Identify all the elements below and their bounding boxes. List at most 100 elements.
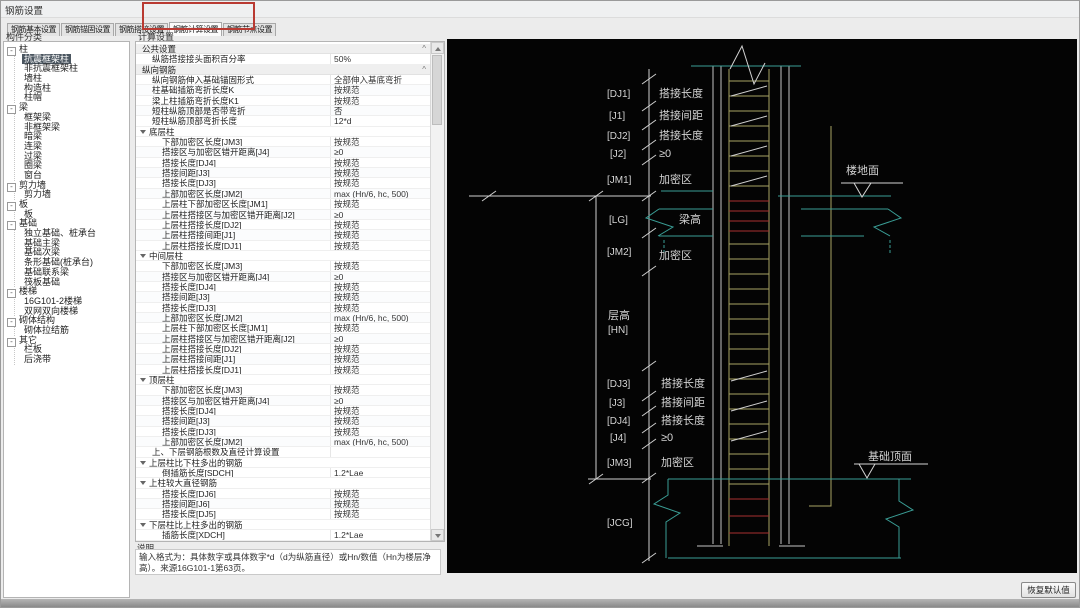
setting-value[interactable]: 否 — [330, 106, 431, 115]
setting-row[interactable]: 上层柱搭接间距[J1]按规范 — [136, 230, 431, 240]
setting-row[interactable]: 上层柱搭接区与加密区错开距离[J2]≥0 — [136, 334, 431, 344]
tree-item-剪力墙[interactable]: 剪力墙 — [22, 190, 129, 200]
setting-group[interactable]: 下层柱比上柱多出的钢筋 — [136, 520, 431, 530]
restore-defaults-button[interactable]: 恢复默认值 — [1021, 582, 1076, 598]
setting-row[interactable]: 上层柱下部加密区长度[JM1]按规范 — [136, 199, 431, 209]
setting-value[interactable]: ≥0 — [330, 272, 431, 281]
setting-row[interactable]: 下部加密区长度[JM3]按规范 — [136, 137, 431, 147]
setting-row[interactable]: 插筋长度[XDCH]1.2*Lae — [136, 530, 431, 540]
tree-item-筏板基础[interactable]: 筏板基础 — [22, 278, 129, 288]
setting-value[interactable]: 按规范 — [330, 230, 431, 239]
setting-section[interactable]: 纵向钢筋^ — [136, 65, 431, 75]
setting-row[interactable]: 搭接长度[DJ4]按规范 — [136, 158, 431, 168]
setting-row[interactable]: 上层柱搭接长度[DJ1]按规范 — [136, 241, 431, 251]
tree-item-柱帽[interactable]: 柱帽 — [22, 93, 129, 103]
setting-row[interactable]: 搭接区与加密区错开距离[J4]≥0 — [136, 147, 431, 157]
setting-row[interactable]: 上层柱搭接长度[DJ1]按规范 — [136, 365, 431, 375]
tab-钢筋锚固设置[interactable]: 钢筋锚固设置 — [61, 23, 114, 36]
setting-row[interactable]: 搭接长度[DJ4]按规范 — [136, 406, 431, 416]
setting-row[interactable]: 短柱纵筋顶部弯折长度12*d — [136, 116, 431, 126]
setting-value[interactable]: 按规范 — [330, 354, 431, 363]
setting-value[interactable]: ≥0 — [330, 334, 431, 343]
setting-value[interactable]: 按规范 — [330, 303, 431, 312]
group-triangle-icon[interactable] — [140, 254, 146, 258]
group-triangle-icon[interactable] — [140, 481, 146, 485]
setting-row[interactable]: 上部加密区长度[JM2]max (Hn/6, hc, 500) — [136, 313, 431, 323]
setting-row[interactable]: 搭接区与加密区错开距离[J4]≥0 — [136, 272, 431, 282]
setting-row[interactable]: 搭接长度[DJ3]按规范 — [136, 427, 431, 437]
setting-row[interactable]: 下部加密区长度[JM3]按规范 — [136, 261, 431, 271]
setting-value[interactable]: ≥0 — [330, 396, 431, 405]
setting-value[interactable]: 按规范 — [330, 406, 431, 415]
setting-row[interactable]: 下部加密区长度[JM3]按规范 — [136, 385, 431, 395]
setting-value[interactable]: 按规范 — [330, 96, 431, 105]
setting-value[interactable]: 按规范 — [330, 168, 431, 177]
setting-value[interactable]: 按规范 — [330, 137, 431, 146]
setting-row[interactable]: 搭接长度[DJ3]按规范 — [136, 178, 431, 188]
setting-row[interactable]: 倒插筋长度[SDCH]1.2*Lae — [136, 468, 431, 478]
setting-row[interactable]: 搭接间距[J3]按规范 — [136, 292, 431, 302]
collapse-chevron-icon[interactable]: ^ — [422, 44, 426, 54]
setting-row[interactable]: 搭接区与加密区错开距离[J4]≥0 — [136, 396, 431, 406]
setting-value[interactable]: max (Hn/6, hc, 500) — [330, 189, 431, 198]
tree-item-砌体拉结筋[interactable]: 砌体拉结筋 — [22, 326, 129, 336]
setting-row[interactable]: 搭接长度[DJ4]按规范 — [136, 282, 431, 292]
setting-value[interactable]: 按规范 — [330, 509, 431, 518]
setting-row[interactable]: 上部加密区长度[JM2]max (Hn/6, hc, 500) — [136, 189, 431, 199]
setting-value[interactable]: 按规范 — [330, 323, 431, 332]
expand-collapse-icon[interactable]: - — [7, 289, 16, 298]
collapse-chevron-icon[interactable]: ^ — [422, 65, 426, 75]
scroll-up-arrow-icon[interactable] — [431, 42, 444, 54]
setting-group[interactable]: 上柱较大直径钢筋 — [136, 478, 431, 488]
setting-section[interactable]: 公共设置^ — [136, 44, 431, 54]
expand-collapse-icon[interactable]: - — [7, 338, 16, 347]
setting-value[interactable]: 按规范 — [330, 241, 431, 250]
setting-value[interactable]: 按规范 — [330, 158, 431, 167]
setting-row[interactable]: 上部加密区长度[JM2]max (Hn/6, hc, 500) — [136, 437, 431, 447]
expand-collapse-icon[interactable]: - — [7, 202, 16, 211]
expand-collapse-icon[interactable]: - — [7, 318, 16, 327]
setting-value[interactable] — [330, 447, 431, 456]
setting-value[interactable]: max (Hn/6, hc, 500) — [330, 437, 431, 446]
setting-value[interactable]: 全部伸入基底弯折 — [330, 75, 431, 84]
setting-row[interactable]: 上层柱搭接间距[J1]按规范 — [136, 354, 431, 364]
setting-value[interactable]: 按规范 — [330, 416, 431, 425]
setting-value[interactable]: max (Hn/6, hc, 500) — [330, 313, 431, 322]
setting-row[interactable]: 搭接间距[J3]按规范 — [136, 168, 431, 178]
tree-item-板[interactable]: 板 — [22, 210, 129, 220]
setting-value[interactable]: ≥0 — [330, 147, 431, 156]
setting-value[interactable]: 1.2*Lae — [330, 530, 431, 539]
setting-row[interactable]: 上层柱搭接长度[DJ2]按规范 — [136, 344, 431, 354]
setting-row[interactable]: 纵向钢筋伸入基础锚固形式全部伸入基底弯折 — [136, 75, 431, 85]
setting-value[interactable]: 按规范 — [330, 199, 431, 208]
setting-value[interactable]: 按规范 — [330, 282, 431, 291]
group-triangle-icon[interactable] — [140, 523, 146, 527]
setting-row[interactable]: 上层柱搭接区与加密区错开距离[J2]≥0 — [136, 210, 431, 220]
setting-group[interactable]: 中间层柱 — [136, 251, 431, 261]
setting-row[interactable]: 上层柱搭接长度[DJ2]按规范 — [136, 220, 431, 230]
setting-row[interactable]: 搭接长度[DJ5]按规范 — [136, 509, 431, 519]
setting-value[interactable]: 1.2*Lae — [330, 468, 431, 477]
expand-collapse-icon[interactable]: - — [7, 183, 16, 192]
group-triangle-icon[interactable] — [140, 378, 146, 382]
expand-collapse-icon[interactable]: - — [7, 47, 16, 56]
setting-value[interactable]: 按规范 — [330, 499, 431, 508]
setting-row[interactable]: 搭接长度[DJ3]按规范 — [136, 303, 431, 313]
setting-value[interactable]: 按规范 — [330, 489, 431, 498]
setting-row[interactable]: 柱基础插筋弯折长度K按规范 — [136, 85, 431, 95]
group-triangle-icon[interactable] — [140, 130, 146, 134]
setting-row[interactable]: 短柱纵筋顶部是否带弯折否 — [136, 106, 431, 116]
setting-group[interactable]: 底层柱 — [136, 127, 431, 137]
scroll-down-arrow-icon[interactable] — [431, 529, 444, 541]
setting-value[interactable]: 按规范 — [330, 365, 431, 374]
setting-value[interactable]: 50% — [330, 54, 431, 63]
group-triangle-icon[interactable] — [140, 461, 146, 465]
scrollbar-thumb[interactable] — [432, 55, 442, 125]
tree-item-后浇带[interactable]: 后浇带 — [22, 355, 129, 365]
setting-row[interactable]: 搭接间距[J6]按规范 — [136, 499, 431, 509]
setting-row[interactable]: 上、下层钢筋根数及直径计算设置 — [136, 447, 431, 457]
setting-value[interactable]: 按规范 — [330, 220, 431, 229]
setting-group[interactable]: 顶层柱 — [136, 375, 431, 385]
setting-value[interactable]: 按规范 — [330, 292, 431, 301]
setting-row[interactable]: 搭接长度[DJ6]按规范 — [136, 489, 431, 499]
